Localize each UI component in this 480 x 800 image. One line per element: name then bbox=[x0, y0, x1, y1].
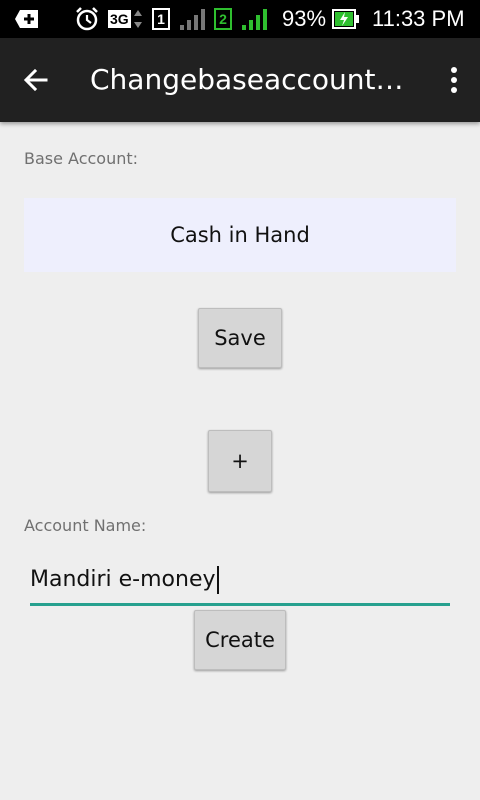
save-button[interactable]: Save bbox=[198, 308, 282, 368]
sim1-icon: 1 bbox=[152, 0, 170, 38]
base-account-spinner[interactable]: Cash in Hand bbox=[24, 198, 456, 272]
account-name-input[interactable]: Mandiri e-money bbox=[30, 556, 450, 606]
text-cursor bbox=[216, 565, 219, 594]
sim2-icon: 2 bbox=[214, 0, 232, 38]
base-account-label: Base Account: bbox=[24, 149, 139, 168]
overflow-menu-button[interactable] bbox=[432, 58, 476, 102]
create-button[interactable]: Create bbox=[194, 610, 286, 670]
signal-sim2-icon bbox=[240, 0, 270, 38]
battery-percent: 93% bbox=[282, 6, 327, 31]
base-account-selected: Cash in Hand bbox=[170, 223, 310, 247]
arrow-left-icon bbox=[23, 68, 48, 92]
more-vert-icon bbox=[451, 67, 457, 93]
add-button[interactable]: + bbox=[208, 430, 272, 492]
account-name-value: Mandiri e-money bbox=[30, 567, 216, 592]
alarm-icon bbox=[74, 0, 100, 38]
notification-plus-icon bbox=[14, 0, 40, 38]
network-3g-icon: 3G bbox=[108, 0, 143, 38]
clock: 11:33 PM bbox=[372, 6, 465, 31]
battery-charging-icon bbox=[332, 0, 360, 38]
signal-sim1-icon bbox=[178, 0, 208, 38]
account-name-label: Account Name: bbox=[24, 516, 147, 535]
app-bar: ChangebaseaccountA... bbox=[0, 38, 480, 122]
back-button[interactable] bbox=[14, 58, 58, 102]
page-title: ChangebaseaccountA... bbox=[90, 63, 420, 96]
status-bar: 3G 1 2 93% 11:33 PM bbox=[0, 0, 480, 38]
